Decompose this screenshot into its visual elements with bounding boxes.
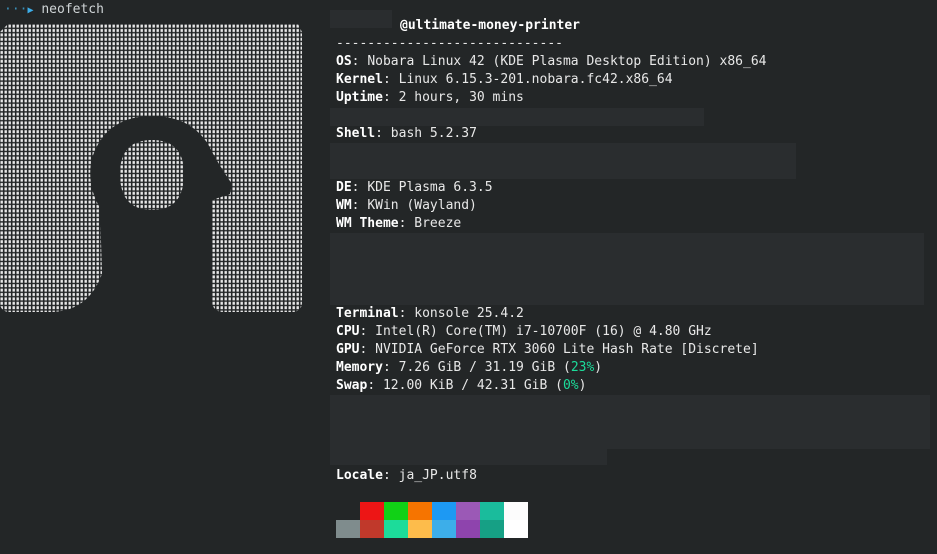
color-swatch [408, 502, 432, 520]
color-swatch [504, 502, 528, 520]
color-swatch [336, 502, 360, 520]
info-value: Breeze [414, 216, 462, 231]
info-row-de: DE: KDE Plasma 6.3.5 [336, 180, 493, 195]
info-key: OS [336, 54, 352, 69]
info-row-gpu: GPU: NVIDIA GeForce RTX 3060 Lite Hash R… [336, 342, 759, 357]
info-row-memory: Memory: 7.26 GiB / 31.19 GiB (23%) [336, 360, 603, 375]
info-key: Swap [336, 378, 368, 393]
info-row-locale: Locale: ja_JP.utf8 [336, 468, 477, 483]
color-swatch [480, 502, 504, 520]
color-swatch [408, 520, 432, 538]
info-row-cpu: CPU: Intel(R) Core(TM) i7-10700F (16) @ … [336, 324, 712, 339]
info-key: GPU [336, 342, 360, 357]
info-row-kernel: Kernel: Linux 6.15.3-201.nobara.fc42.x86… [336, 72, 673, 87]
color-swatch [360, 502, 384, 520]
swap-percent: 0% [562, 378, 579, 393]
info-value: Linux 6.15.3-201.nobara.fc42.x86_64 [398, 72, 673, 87]
info-key: WM [336, 198, 352, 213]
prompt-dots-icon: ··· [4, 2, 28, 17]
redacted-block [330, 395, 930, 449]
redacted-block [330, 143, 796, 179]
info-key: Locale [336, 468, 383, 483]
shell-prompt: ···▶ neofetch [4, 1, 104, 19]
color-swatch [480, 520, 504, 538]
redacted-block [330, 108, 704, 126]
redacted-block [330, 233, 924, 305]
info-value-close: ) [594, 360, 603, 375]
title-separator: ----------------------------- [336, 36, 563, 51]
info-row-terminal: Terminal: konsole 25.4.2 [336, 306, 524, 321]
info-value: KWin (Wayland) [367, 198, 477, 213]
command-text: neofetch [41, 2, 104, 17]
color-swatch [336, 520, 360, 538]
info-value: KDE Plasma 6.3.5 [367, 180, 493, 195]
info-key: Shell [336, 126, 376, 141]
info-key: CPU [336, 324, 360, 339]
color-swatch [456, 520, 480, 538]
color-swatch [456, 502, 480, 520]
color-swatch [384, 502, 408, 520]
info-key: Kernel [336, 72, 383, 87]
info-row-wm-theme: WM Theme: Breeze [336, 216, 462, 231]
color-swatch [432, 502, 456, 520]
info-value-close: ) [578, 378, 587, 393]
user-host-title: @ultimate-money-printer [400, 18, 581, 33]
memory-percent: 23% [570, 360, 595, 375]
info-row-uptime: Uptime: 2 hours, 30 mins [336, 90, 524, 105]
info-value: Intel(R) Core(TM) i7-10700F (16) @ 4.80 … [375, 324, 712, 339]
info-value: konsole 25.4.2 [414, 306, 524, 321]
info-value: bash 5.2.37 [390, 126, 477, 141]
color-swatch [504, 520, 528, 538]
info-key: WM Theme [336, 216, 399, 231]
info-value: Nobara Linux 42 (KDE Plasma Desktop Edit… [367, 54, 767, 69]
info-row-os: OS: Nobara Linux 42 (KDE Plasma Desktop … [336, 54, 767, 69]
prompt-arrow-icon: ▶ [27, 5, 34, 16]
info-row-shell: Shell: bash 5.2.37 [336, 126, 477, 141]
color-swatch [384, 520, 408, 538]
redacted-block [330, 449, 607, 465]
nobara-logo [0, 24, 302, 312]
info-key: Terminal [336, 306, 399, 321]
info-key: Uptime [336, 90, 383, 105]
info-row-swap: Swap: 12.00 KiB / 42.31 GiB (0%) [336, 378, 587, 393]
info-value: 7.26 GiB / 31.19 GiB ( [398, 360, 571, 375]
color-palette [336, 502, 528, 538]
info-row-wm: WM: KWin (Wayland) [336, 198, 477, 213]
info-value: 2 hours, 30 mins [398, 90, 524, 105]
info-key: DE [336, 180, 352, 195]
redacted-block [330, 10, 392, 28]
info-value: NVIDIA GeForce RTX 3060 Lite Hash Rate [… [375, 342, 759, 357]
info-value: 12.00 KiB / 42.31 GiB ( [382, 378, 563, 393]
color-swatch [360, 520, 384, 538]
color-swatch [432, 520, 456, 538]
info-key: Memory [336, 360, 383, 375]
info-value: ja_JP.utf8 [398, 468, 477, 483]
